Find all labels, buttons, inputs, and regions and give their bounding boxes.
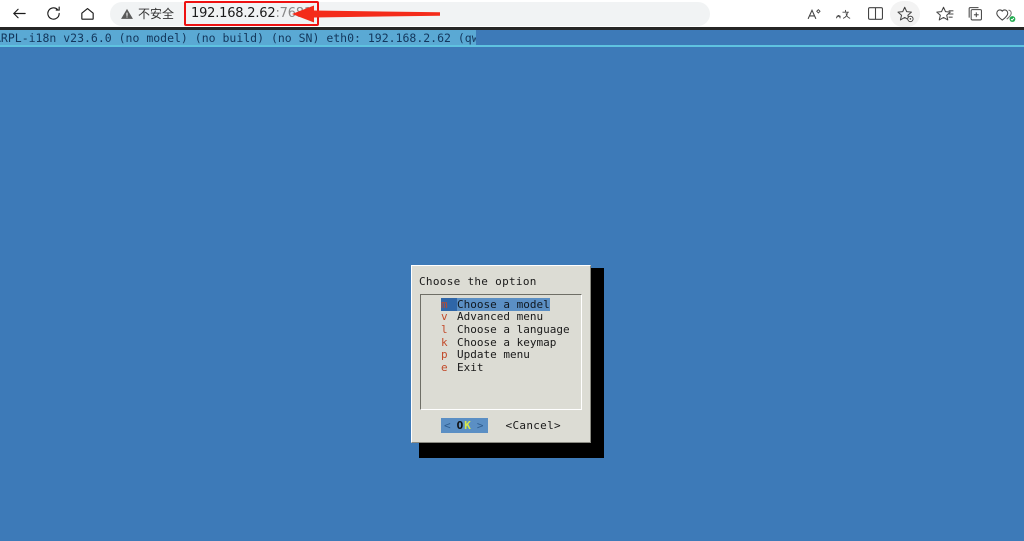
arrow-left-icon: [11, 5, 28, 22]
collections-icon[interactable]: [960, 1, 990, 27]
menu-label: Choose a model: [457, 297, 550, 311]
list-item[interactable]: e Exit: [421, 361, 581, 374]
list-item[interactable]: p Update menu: [421, 348, 581, 361]
ok-letter-k: K: [464, 419, 472, 432]
url-host-text: 192.168.2.62: [191, 6, 276, 21]
home-icon: [79, 5, 96, 22]
menu-hotkey: m: [441, 297, 457, 311]
list-item[interactable]: m Choose a model: [421, 297, 581, 311]
ok-letter-o: O: [456, 419, 465, 432]
translate-icon[interactable]: [830, 1, 860, 27]
warning-triangle-icon: [120, 7, 134, 21]
back-button[interactable]: [2, 1, 36, 27]
list-item[interactable]: l Choose a language: [421, 323, 581, 336]
address-bar[interactable]: 不安全 192.168.2.62:7681: [110, 1, 710, 26]
home-button[interactable]: [70, 1, 104, 27]
option-list[interactable]: m Choose a model v Advanced menu l Choos…: [420, 294, 582, 410]
list-item[interactable]: v Advanced menu: [421, 310, 581, 324]
menu-hotkey: l: [441, 322, 448, 336]
menu-hotkey: p: [441, 348, 448, 362]
reload-icon: [45, 5, 62, 22]
favorites-icon[interactable]: [930, 1, 960, 27]
menu-hotkey: v: [441, 310, 448, 324]
ok-button[interactable]: < OK >: [441, 418, 488, 433]
terminal-page: ARPL-i18n v23.6.0 (no model) (no build) …: [0, 27, 1024, 541]
toolbar-actions: [800, 0, 1020, 27]
reload-button[interactable]: [36, 1, 70, 27]
url-port-text: :7681: [275, 6, 312, 21]
read-aloud-icon[interactable]: [800, 1, 830, 27]
list-item[interactable]: k Choose a keymap: [421, 336, 581, 349]
menu-label: Advanced menu: [457, 310, 544, 324]
split-screen-icon[interactable]: [860, 1, 890, 27]
security-label: 不安全: [138, 7, 175, 21]
security-status[interactable]: 不安全: [120, 5, 174, 22]
menu-hotkey: k: [441, 335, 448, 349]
menu-label: Update menu: [457, 348, 530, 362]
menu-label: Choose a language: [457, 322, 570, 336]
statusbar-text: ARPL-i18n v23.6.0 (no model) (no build) …: [0, 30, 476, 45]
cancel-button[interactable]: <Cancel>: [506, 419, 561, 432]
ok-right-chevron: >: [476, 419, 485, 432]
menu-hotkey: e: [441, 360, 448, 374]
choose-option-dialog: Choose the option m Choose a model v Adv…: [411, 265, 591, 443]
add-favorite-icon[interactable]: [890, 0, 920, 27]
url-field[interactable]: 192.168.2.62:7681: [184, 1, 319, 26]
terminal-statusbar: ARPL-i18n v23.6.0 (no model) (no build) …: [0, 30, 476, 45]
navigation-buttons: [0, 1, 104, 27]
menu-label: Exit: [457, 360, 484, 374]
menu-label: Choose a keymap: [457, 335, 557, 349]
browser-toolbar: 不安全 192.168.2.62:7681: [0, 0, 1024, 27]
statusbar-underline: [0, 45, 1024, 47]
dialog-buttons: < OK > <Cancel>: [412, 418, 590, 433]
dialog-title: Choose the option: [419, 275, 537, 288]
ok-left-chevron: <: [444, 419, 452, 432]
browser-essentials-icon[interactable]: [990, 1, 1020, 27]
